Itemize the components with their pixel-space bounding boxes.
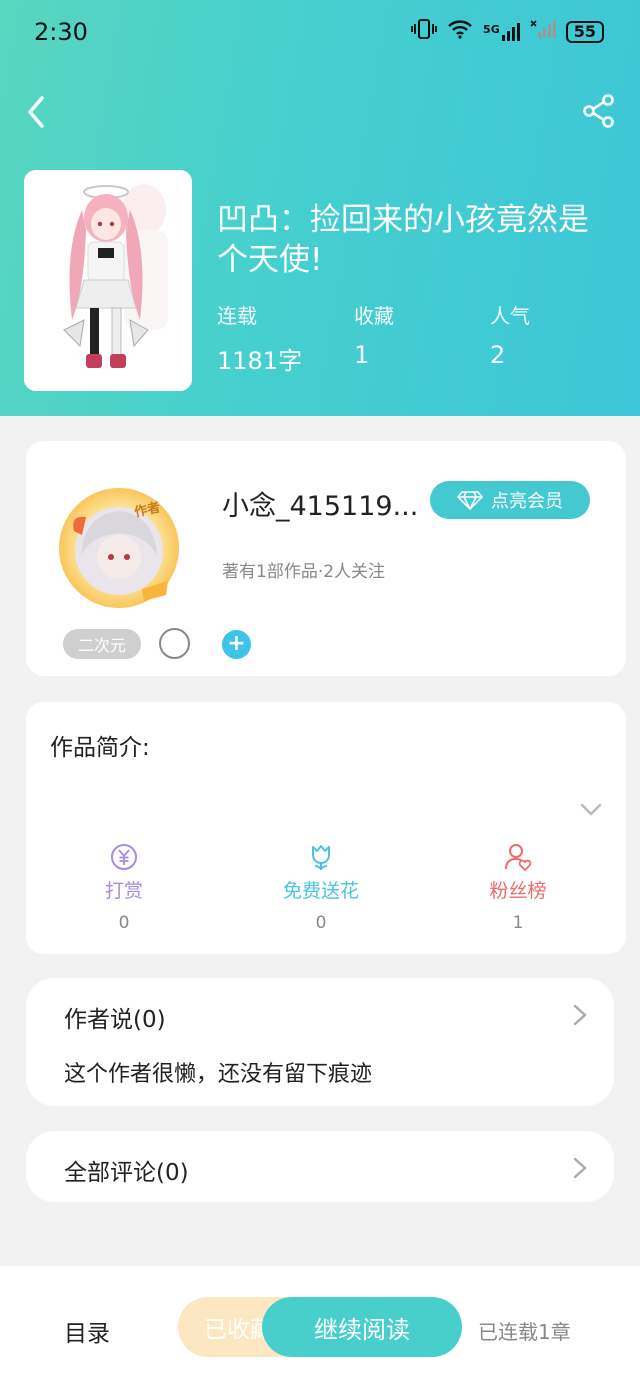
- cover-illustration: [24, 170, 192, 391]
- tag-placeholder-icon[interactable]: [159, 628, 190, 659]
- network-type: 5G: [483, 22, 500, 36]
- fan-icon: [503, 842, 533, 872]
- intro-title: 作品简介:: [50, 735, 150, 761]
- chevron-down-icon: [580, 803, 602, 816]
- add-tag-button[interactable]: +: [222, 630, 251, 659]
- author-avatar[interactable]: 作者: [56, 485, 182, 611]
- back-button[interactable]: [22, 92, 62, 132]
- stat-value: 1181字: [217, 347, 303, 375]
- fan-ranking-label: 粉丝榜: [489, 880, 547, 902]
- yen-icon: [109, 842, 139, 872]
- all-comments-card[interactable]: 全部评论(0): [26, 1131, 614, 1202]
- author-meta: 著有1部作品·2人关注: [222, 562, 386, 582]
- author-says-text: 这个作者很懒，还没有留下痕迹: [64, 1062, 373, 1087]
- chevron-right-icon: [572, 1004, 588, 1026]
- book-cover[interactable]: [24, 170, 192, 391]
- stat-label: 连载: [217, 304, 257, 328]
- reward-count: 0: [118, 913, 130, 933]
- continue-reading-label: 继续阅读: [314, 1315, 410, 1344]
- diamond-icon: [457, 491, 483, 510]
- battery-icon: 55: [565, 20, 604, 43]
- send-flower-button[interactable]: 免费送花 0: [261, 842, 381, 933]
- stat-favorites: 收藏 1: [354, 300, 394, 369]
- book-header: 2:30 5G 55 凹凸：捡回来的小孩竟然是个天使! 连载 1181字 收藏 …: [0, 0, 640, 416]
- fan-ranking-button[interactable]: 粉丝榜 1: [458, 842, 578, 933]
- vip-label: 点亮会员: [491, 491, 563, 512]
- reward-button[interactable]: 打赏 0: [64, 842, 184, 933]
- continue-reading-button[interactable]: 继续阅读: [262, 1297, 462, 1357]
- send-flower-count: 0: [315, 913, 327, 933]
- expand-intro-button[interactable]: [580, 798, 602, 820]
- stat-value: 1: [354, 341, 370, 369]
- fan-ranking-count: 1: [512, 913, 524, 933]
- share-icon: [583, 94, 614, 128]
- author-says-title: 作者说(0): [64, 1007, 166, 1033]
- all-comments-title: 全部评论(0): [64, 1160, 189, 1186]
- book-title: 凹凸：捡回来的小孩竟然是个天使!: [217, 202, 589, 278]
- chevron-left-icon: [28, 96, 44, 128]
- signal-icon: 5G: [483, 22, 520, 41]
- stat-label: 收藏: [354, 304, 394, 328]
- stat-value: 2: [490, 341, 506, 369]
- stat-serial: 连载 1181字: [217, 300, 302, 376]
- send-flower-label: 免费送花: [282, 880, 359, 902]
- stat-label: 人气: [490, 304, 530, 328]
- vibrate-icon: [411, 18, 438, 45]
- reward-label: 打赏: [104, 880, 143, 902]
- status-time: 2:30: [34, 18, 88, 46]
- toc-button[interactable]: 目录: [64, 1314, 110, 1348]
- plus-icon: +: [227, 631, 246, 656]
- vip-button[interactable]: 点亮会员: [430, 481, 590, 519]
- share-button[interactable]: [582, 94, 616, 128]
- signal-2-icon: [530, 20, 556, 43]
- author-says-card[interactable]: 作者说(0) 这个作者很懒，还没有留下痕迹: [26, 978, 614, 1106]
- chapters-count: 已连载1章: [478, 1320, 571, 1344]
- wifi-icon: [447, 19, 473, 44]
- flower-icon: [306, 842, 336, 872]
- avatar-image: [59, 488, 179, 608]
- stat-popularity: 人气 2: [490, 300, 530, 369]
- status-bar: 2:30 5G 55: [0, 0, 640, 64]
- intro-card: 作品简介: 打赏 0 免费送花 0 粉丝榜 1: [26, 702, 626, 954]
- bottom-action-bar: 目录 已收藏 继续阅读 已连载1章: [0, 1266, 640, 1387]
- author-card: 作者 小念_415119... 点亮会员 著有1部作品·2人关注 二次元 +: [26, 441, 626, 676]
- author-tag[interactable]: 二次元: [63, 629, 141, 659]
- status-icons: 5G 55: [411, 18, 604, 45]
- chevron-right-icon: [572, 1157, 588, 1179]
- author-name[interactable]: 小念_415119...: [222, 484, 418, 523]
